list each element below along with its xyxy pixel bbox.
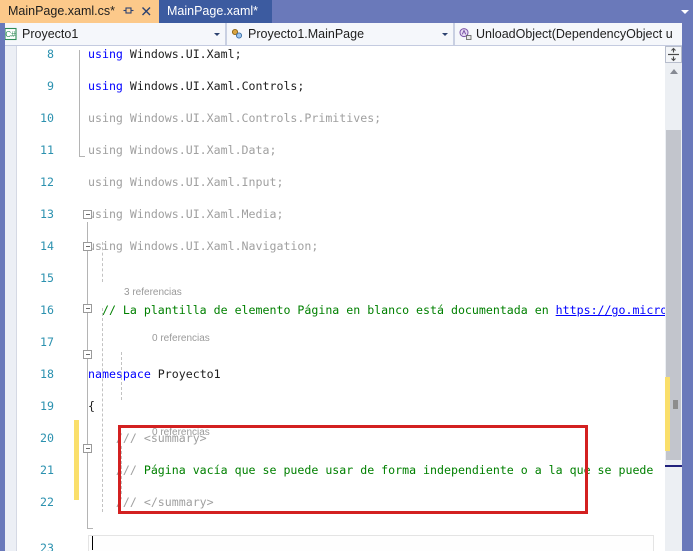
navigation-bar: C# Proyecto1 Proyecto1.MainPage UnloadOb… [0,23,693,46]
outline-guide [121,446,122,494]
line-number: 19 [40,399,54,413]
line-number: 12 [40,175,54,189]
scroll-up-button[interactable] [665,65,682,78]
codelens-references[interactable]: 0 referencias [152,332,210,346]
close-icon[interactable] [140,5,153,18]
tab-overflow-chevron-down-icon[interactable] [677,0,693,23]
line-number: 15 [40,271,54,285]
class-icon [231,28,243,39]
outline-elbow [79,150,85,157]
collapse-toggle-event-handler[interactable] [83,444,92,453]
code-line[interactable]: 12 using Windows.UI.Xaml.Input; [0,174,676,190]
visual-studio-editor-window: MainPage.xaml.cs* MainPage.xaml* C# Proy… [0,0,693,551]
current-line-highlight [88,535,654,551]
line-content: namespace Proyecto1 [88,367,221,381]
split-view-button[interactable] [665,46,682,63]
overview-caret-marker [665,465,682,467]
line-number: 13 [40,207,54,221]
line-content: using Windows.UI.Xaml.Controls; [88,79,305,93]
window-right-edge [682,23,693,551]
tab-mainpage-xaml-cs[interactable]: MainPage.xaml.cs* [0,0,159,23]
collapse-toggle-constructor[interactable] [83,350,92,359]
line-content: using Windows.UI.Xaml; [88,47,242,61]
pin-icon[interactable] [122,5,135,18]
line-number: 10 [40,111,54,125]
line-number: 23 [40,541,54,551]
line-content: // La plantilla de elemento Página en bl… [88,303,675,317]
line-number: 8 [47,47,54,61]
line-content: using Windows.UI.Xaml.Input; [88,175,284,189]
outline-elbow [87,522,93,529]
collapse-toggle-namespace[interactable] [83,210,92,219]
chevron-down-icon[interactable] [438,32,451,36]
window-left-edge [0,23,5,551]
line-content: using Windows.UI.Xaml.Data; [88,143,277,157]
line-number: 9 [47,79,54,93]
line-content: using Windows.UI.Xaml.Controls.Primitive… [88,111,382,125]
line-content: { [88,399,95,413]
line-number: 22 [40,495,54,509]
tab-label: MainPage.xaml.cs* [8,4,115,18]
chevron-down-icon [681,9,689,14]
overview-selection-marker [673,400,678,409]
method-private-icon [459,28,472,40]
outline-guide [121,352,122,400]
text-caret [92,536,93,550]
tab-icon-group [122,5,153,18]
line-content: using Windows.UI.Xaml.Navigation; [88,239,319,253]
csharp-project-icon: C# [4,27,17,41]
project-dropdown[interactable]: C# Proyecto1 [0,23,226,45]
code-editor[interactable]: 8 using Windows.UI.Xaml; 9 using Windows… [0,46,693,551]
code-line[interactable]: 11 using Windows.UI.Xaml.Data; [0,142,676,158]
line-content: using Windows.UI.Xaml.Media; [88,207,284,221]
tab-label: MainPage.xaml* [167,4,259,18]
line-number: 14 [40,239,54,253]
member-dropdown-value: UnloadObject(DependencyObject u [476,27,673,41]
collapse-toggle-class[interactable] [83,304,92,313]
type-dropdown[interactable]: Proyecto1.MainPage [226,23,454,45]
code-text-area[interactable]: 8 using Windows.UI.Xaml; 9 using Windows… [0,46,676,551]
triangle-up-icon [669,69,678,74]
codelens-references[interactable]: 3 referencias [124,286,182,300]
vertical-scrollbar[interactable] [665,46,682,551]
member-dropdown[interactable]: UnloadObject(DependencyObject u [454,23,693,45]
line-number: 11 [40,143,54,157]
outline-guide [102,242,103,282]
code-line[interactable]: 10 using Windows.UI.Xaml.Controls.Primit… [0,110,676,126]
codelens-references[interactable]: 0 referencias [152,426,210,440]
line-content: /// Página vacía que se puede usar de fo… [88,463,654,477]
documentation-link[interactable]: https://go.micros [556,303,675,317]
overview-change-marker [665,377,670,451]
collapse-toggle-summary[interactable] [83,242,92,251]
line-content: /// </summary> [88,495,214,509]
code-line[interactable]: 13 using Windows.UI.Xaml.Media; [0,206,676,222]
project-dropdown-value: Proyecto1 [22,27,79,41]
outline-guide [87,222,88,528]
code-line[interactable]: 9 using Windows.UI.Xaml.Controls; [0,78,676,94]
tab-mainpage-xaml[interactable]: MainPage.xaml* [159,0,273,23]
outline-guide [79,50,80,154]
document-tab-strip: MainPage.xaml.cs* MainPage.xaml* [0,0,693,23]
code-line[interactable]: 8 using Windows.UI.Xaml; [0,46,676,62]
chevron-down-icon[interactable] [210,32,223,36]
svg-text:C#: C# [5,30,16,39]
outline-guide [102,308,103,512]
type-dropdown-value: Proyecto1.MainPage [248,27,365,41]
